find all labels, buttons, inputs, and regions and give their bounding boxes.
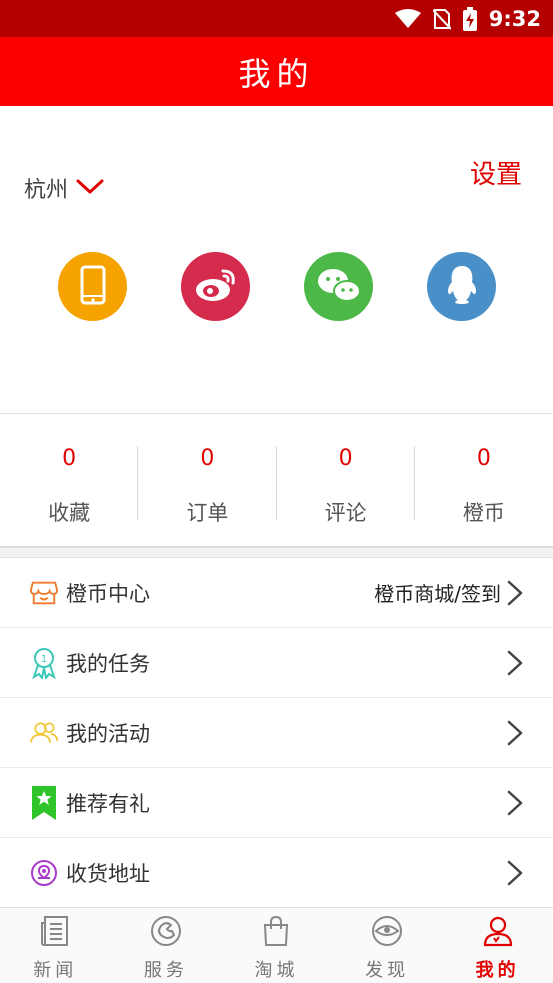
app-header: 我的 bbox=[0, 37, 553, 106]
service-icon bbox=[150, 915, 182, 951]
tab-mine[interactable]: 我的 bbox=[442, 908, 553, 983]
chevron-right-icon bbox=[507, 720, 523, 750]
location-icon bbox=[30, 858, 58, 888]
qq-login-button[interactable] bbox=[427, 252, 496, 321]
stat-value: 0 bbox=[200, 446, 215, 471]
stat-orders[interactable]: 0 订单 bbox=[138, 414, 277, 546]
shop-icon bbox=[30, 578, 58, 608]
chevron-down-icon bbox=[76, 176, 104, 201]
chevron-right-icon bbox=[507, 790, 523, 820]
eye-icon bbox=[371, 915, 403, 951]
tab-shop[interactable]: 淘城 bbox=[221, 908, 332, 983]
news-icon bbox=[40, 915, 70, 951]
menu-item-label: 收货地址 bbox=[66, 861, 150, 886]
stat-comments[interactable]: 0 评论 bbox=[277, 414, 415, 546]
wifi-icon bbox=[394, 8, 421, 29]
stats-row: 0 收藏 0 订单 0 评论 0 橙币 bbox=[0, 414, 553, 546]
menu-item-coin-center[interactable]: 橙币中心 橙币商城/签到 bbox=[0, 558, 553, 628]
wechat-icon bbox=[316, 266, 362, 308]
people-icon bbox=[30, 718, 58, 748]
menu-item-my-activities[interactable]: 我的活动 bbox=[0, 698, 553, 768]
stat-label: 订单 bbox=[186, 501, 229, 525]
menu-list: 橙币中心 橙币商城/签到 1 我的任务 我的活动 推荐有礼 收货地址 bbox=[0, 558, 553, 908]
stat-label: 评论 bbox=[324, 501, 367, 525]
tab-discover[interactable]: 发现 bbox=[332, 908, 443, 983]
city-selector[interactable]: 杭州 bbox=[24, 172, 104, 204]
no-sim-icon bbox=[432, 8, 451, 30]
tab-label: 淘城 bbox=[254, 960, 299, 981]
section-separator bbox=[0, 546, 553, 558]
stat-coins[interactable]: 0 橙币 bbox=[415, 414, 553, 546]
menu-item-label: 橙币中心 bbox=[66, 581, 150, 606]
shopping-bag-icon bbox=[262, 915, 290, 951]
chevron-right-icon bbox=[507, 650, 523, 680]
weibo-login-button[interactable] bbox=[181, 252, 250, 321]
tab-label: 发现 bbox=[365, 960, 410, 981]
menu-item-shipping-address[interactable]: 收货地址 bbox=[0, 838, 553, 908]
chevron-right-icon bbox=[507, 860, 523, 890]
weibo-icon bbox=[193, 265, 239, 309]
menu-item-label: 我的任务 bbox=[66, 651, 150, 676]
stat-label: 橙币 bbox=[462, 501, 505, 525]
battery-charging-icon bbox=[462, 6, 477, 31]
tab-services[interactable]: 服务 bbox=[111, 908, 222, 983]
menu-item-referral-gift[interactable]: 推荐有礼 bbox=[0, 768, 553, 838]
stat-favorites[interactable]: 0 收藏 bbox=[0, 414, 139, 546]
menu-item-my-tasks[interactable]: 1 我的任务 bbox=[0, 628, 553, 698]
tab-label: 服务 bbox=[143, 960, 188, 981]
user-icon bbox=[482, 915, 514, 951]
svg-text:1: 1 bbox=[41, 654, 47, 665]
stat-label: 收藏 bbox=[48, 501, 91, 525]
tab-label: 我的 bbox=[475, 960, 520, 981]
bookmark-star-icon bbox=[30, 785, 58, 820]
stat-value: 0 bbox=[62, 446, 77, 471]
page-title: 我的 bbox=[238, 54, 315, 93]
menu-item-extra: 橙币商城/签到 bbox=[374, 582, 501, 606]
menu-item-label: 我的活动 bbox=[66, 721, 150, 746]
stat-value: 0 bbox=[338, 446, 353, 471]
status-time: 9:32 bbox=[488, 6, 541, 31]
qq-icon bbox=[445, 264, 479, 310]
tab-news[interactable]: 新闻 bbox=[0, 908, 111, 983]
phone-login-button[interactable] bbox=[58, 252, 127, 321]
chevron-right-icon bbox=[507, 580, 523, 610]
status-bar: 9:32 bbox=[0, 0, 553, 37]
wechat-login-button[interactable] bbox=[304, 252, 373, 321]
stat-value: 0 bbox=[476, 446, 491, 471]
tab-label: 新闻 bbox=[33, 960, 78, 981]
medal-icon: 1 bbox=[30, 647, 58, 679]
city-label: 杭州 bbox=[24, 178, 69, 203]
bottom-tab-bar: 新闻 服务 淘城 发现 我的 bbox=[0, 907, 553, 983]
menu-item-label: 推荐有礼 bbox=[66, 791, 150, 816]
settings-button[interactable]: 设置 bbox=[470, 154, 522, 191]
phone-icon bbox=[80, 265, 106, 309]
